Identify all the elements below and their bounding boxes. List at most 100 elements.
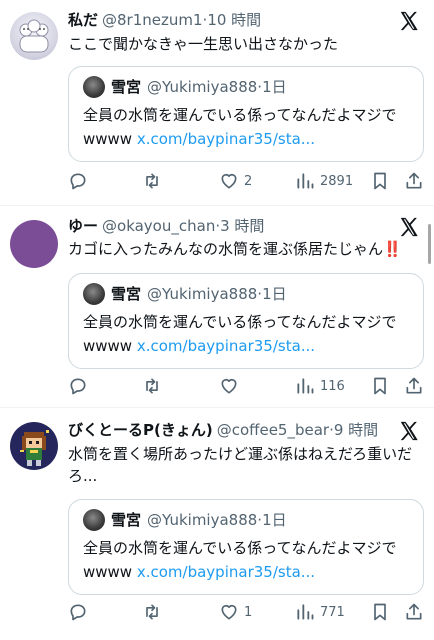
quoted-prefix: wwww (83, 337, 133, 355)
tweet-text: 水筒を置く場所あったけど運ぶ係はねえだろ重いだろ... (68, 445, 413, 485)
share-button[interactable] (404, 169, 424, 193)
repost-icon (146, 378, 158, 394)
views-icon (297, 378, 314, 394)
handle[interactable]: @8r1nezum1 (102, 11, 203, 29)
quoted-handle: @Yukimiya888 (147, 285, 258, 303)
x-logo-icon[interactable] (398, 10, 420, 32)
quoted-handle: @Yukimiya888 (147, 511, 258, 529)
quoted-header: 雪宮 @Yukimiya888·1日 (111, 78, 287, 96)
quoted-link[interactable]: x.com/baypinar35/sta... (137, 130, 315, 148)
quoted-body: 全員の水筒を運んでいる係ってなんだよマジで (83, 539, 397, 557)
timestamp[interactable]: 3 時間 (220, 217, 264, 235)
tweet-header: ゆー @okayou_chan·3 時間 (68, 217, 265, 235)
display-name[interactable]: ゆー (68, 217, 98, 235)
quoted-tweet[interactable]: 雪宮 @Yukimiya888·1日 全員の水筒を運んでいる係ってなんだよマジで … (68, 499, 424, 595)
handle[interactable]: @coffee5_bear (217, 421, 329, 439)
repost-icon (146, 604, 158, 620)
quoted-display-name: 雪宮 (111, 78, 142, 96)
avatar[interactable] (10, 422, 58, 470)
like-button[interactable] (219, 374, 244, 398)
reply-icon (70, 378, 86, 395)
view-count: 116 (320, 378, 345, 394)
like-button[interactable]: 1 (219, 600, 252, 624)
timestamp[interactable]: 10 時間 (207, 11, 261, 29)
share-icon (406, 603, 422, 620)
reply-icon (70, 604, 86, 621)
repost-button[interactable] (142, 600, 162, 624)
quoted-prefix: wwww (83, 563, 133, 581)
share-icon (406, 377, 422, 394)
tweet-body: カゴに入ったみんなの水筒を運ぶ係居たじゃん (68, 240, 384, 258)
repost-button[interactable] (142, 374, 162, 398)
avatar[interactable] (10, 220, 58, 268)
quoted-avatar (83, 76, 105, 98)
like-count: 1 (244, 604, 253, 620)
quoted-timestamp: 1日 (262, 285, 287, 303)
view-count: 771 (320, 604, 345, 620)
display-name[interactable]: 私だ (68, 11, 98, 29)
bookmark-button[interactable] (370, 169, 390, 193)
quoted-link[interactable]: x.com/baypinar35/sta... (137, 563, 315, 581)
avatar[interactable] (10, 12, 58, 60)
reply-icon (70, 173, 86, 190)
views-icon (297, 604, 314, 620)
bookmark-button[interactable] (370, 600, 390, 624)
x-logo-icon[interactable] (398, 420, 420, 442)
quoted-avatar (83, 509, 105, 531)
tweet-header: 私だ @8r1nezum1·10 時間 (68, 11, 262, 29)
view-count: 2891 (320, 173, 354, 189)
quoted-header: 雪宮 @Yukimiya888·1日 (111, 511, 287, 529)
views-button[interactable]: 2891 (295, 169, 353, 193)
quoted-timestamp: 1日 (262, 78, 287, 96)
quoted-body: 全員の水筒を運んでいる係ってなんだよマジで (83, 106, 397, 124)
quoted-text: 全員の水筒を運んでいる係ってなんだよマジで wwww x.com/baypina… (83, 536, 419, 584)
tweet[interactable]: びくとーるP(きょん) @coffee5_bear·9 時間 水筒を置く場所あった… (0, 408, 434, 640)
repost-icon (146, 173, 158, 189)
handle[interactable]: @okayou_chan (102, 217, 215, 235)
quoted-header: 雪宮 @Yukimiya888·1日 (111, 285, 287, 303)
bookmark-icon (374, 377, 386, 395)
action-bar: 1 771 (68, 600, 424, 624)
action-bar: 2 2891 (68, 169, 424, 193)
reply-button[interactable] (68, 374, 88, 398)
x-logo-icon[interactable] (398, 216, 420, 238)
repost-button[interactable] (142, 169, 162, 193)
quoted-handle: @Yukimiya888 (147, 78, 258, 96)
timestamp[interactable]: 9 時間 (334, 421, 378, 439)
quoted-display-name: 雪宮 (111, 285, 142, 303)
reply-button[interactable] (68, 600, 88, 624)
heart-icon (221, 173, 237, 189)
heart-icon (221, 604, 237, 620)
like-count: 2 (244, 173, 253, 189)
quoted-tweet[interactable]: 雪宮 @Yukimiya888·1日 全員の水筒を運んでいる係ってなんだよマジで … (68, 273, 424, 369)
bookmark-button[interactable] (370, 374, 390, 398)
like-button[interactable]: 2 (219, 169, 252, 193)
quoted-prefix: wwww (83, 130, 133, 148)
scrollbar[interactable] (428, 224, 431, 264)
avatar-figures-icon (19, 19, 49, 53)
reply-button[interactable] (68, 169, 88, 193)
share-button[interactable] (404, 374, 424, 398)
tweet-header: びくとーるP(きょん) @coffee5_bear·9 時間 (68, 421, 379, 439)
share-button[interactable] (404, 600, 424, 624)
pixel-character-icon (20, 430, 49, 466)
quoted-body: 全員の水筒を運んでいる係ってなんだよマジで (83, 313, 397, 331)
views-icon (297, 173, 314, 189)
quoted-timestamp: 1日 (262, 511, 287, 529)
tweet[interactable]: ゆー @okayou_chan·3 時間 カゴに入ったみんなの水筒を運ぶ係居たじゃ… (0, 206, 434, 407)
tweet[interactable]: 私だ @8r1nezum1·10 時間 ここで聞かなきゃ一生思い出さなかった 雪宮… (0, 0, 434, 205)
quoted-display-name: 雪宮 (111, 511, 142, 529)
double-exclamation-emoji: ‼️ (383, 240, 402, 258)
bookmark-icon (374, 603, 386, 621)
views-button[interactable]: 771 (295, 600, 345, 624)
display-name[interactable]: びくとーるP(きょん) (68, 421, 213, 439)
share-icon (406, 172, 422, 189)
action-bar: 116 (68, 374, 424, 398)
bookmark-icon (374, 172, 386, 190)
quoted-text: 全員の水筒を運んでいる係ってなんだよマジで wwww x.com/baypina… (83, 103, 419, 151)
quoted-tweet[interactable]: 雪宮 @Yukimiya888·1日 全員の水筒を運んでいる係ってなんだよマジで … (68, 66, 424, 162)
heart-icon (221, 378, 237, 394)
quoted-text: 全員の水筒を運んでいる係ってなんだよマジで wwww x.com/baypina… (83, 310, 419, 358)
views-button[interactable]: 116 (295, 374, 345, 398)
quoted-link[interactable]: x.com/baypinar35/sta... (137, 337, 315, 355)
